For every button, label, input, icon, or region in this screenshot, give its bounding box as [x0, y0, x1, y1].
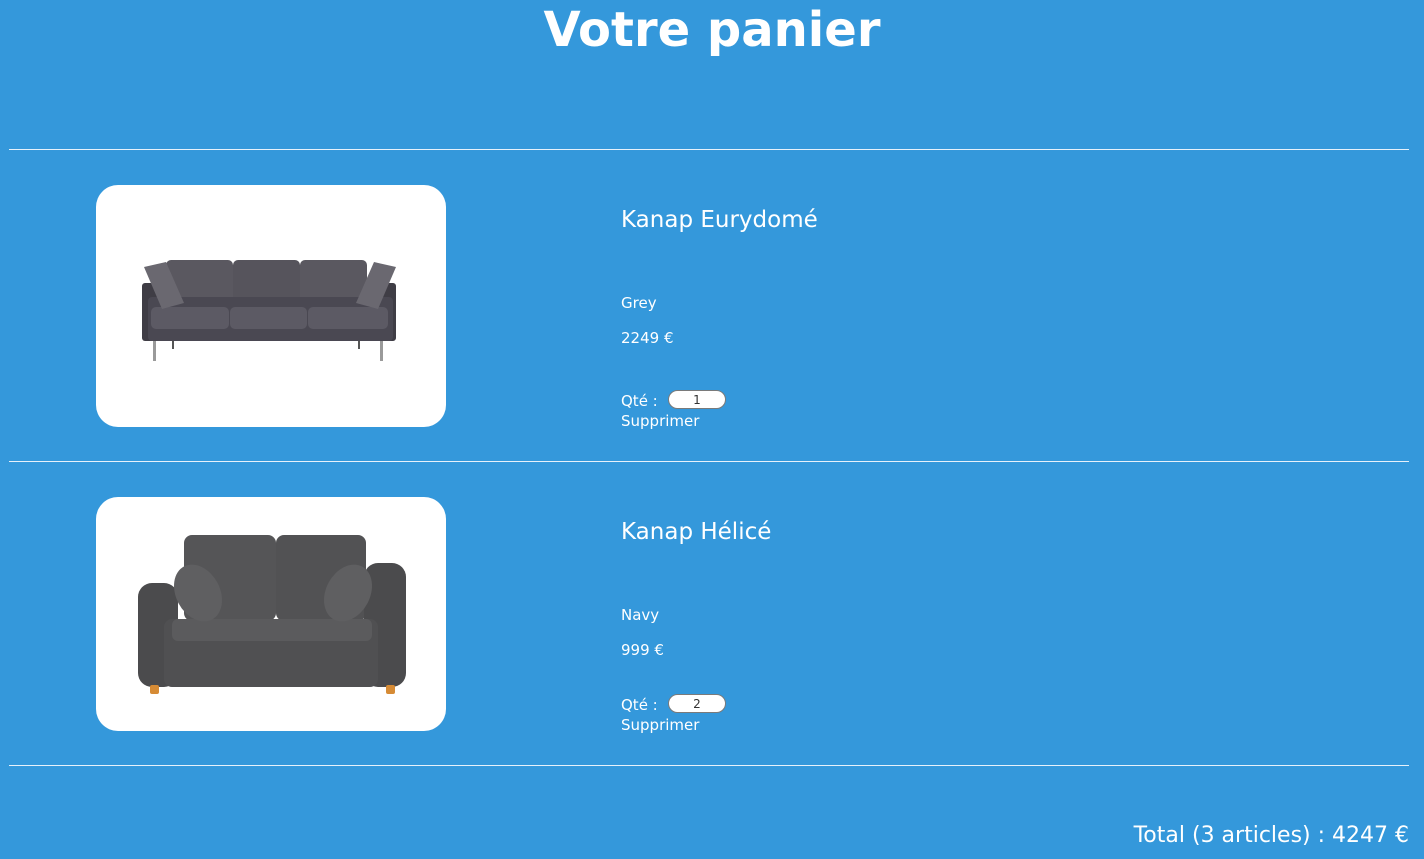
product-color: Grey — [621, 294, 657, 312]
delete-button[interactable]: Supprimer — [621, 411, 699, 431]
quantity-row: Qté : — [621, 693, 726, 715]
quantity-row: Qté : — [621, 389, 726, 411]
cart-total: Total (3 articles) : 4247 € — [1133, 823, 1409, 848]
divider-middle — [9, 461, 1409, 462]
quantity-input[interactable] — [668, 390, 726, 409]
quantity-input[interactable] — [668, 694, 726, 713]
quantity-label: Qté : — [621, 391, 658, 410]
divider-bottom — [9, 765, 1409, 766]
page-title: Votre panier — [543, 2, 881, 58]
product-price: 2249 € — [621, 329, 674, 347]
product-color: Navy — [621, 606, 660, 624]
quantity-label: Qté : — [621, 695, 658, 714]
three-seat-sofa-icon — [142, 260, 396, 361]
product-name: Kanap Hélicé — [621, 519, 772, 545]
delete-button[interactable]: Supprimer — [621, 715, 699, 735]
product-price: 999 € — [621, 641, 664, 659]
two-seat-sofa-icon — [138, 535, 406, 694]
product-image-eurydome — [96, 185, 446, 427]
product-image-helice — [96, 497, 446, 731]
divider-top — [9, 149, 1409, 150]
product-name: Kanap Eurydomé — [621, 207, 818, 233]
